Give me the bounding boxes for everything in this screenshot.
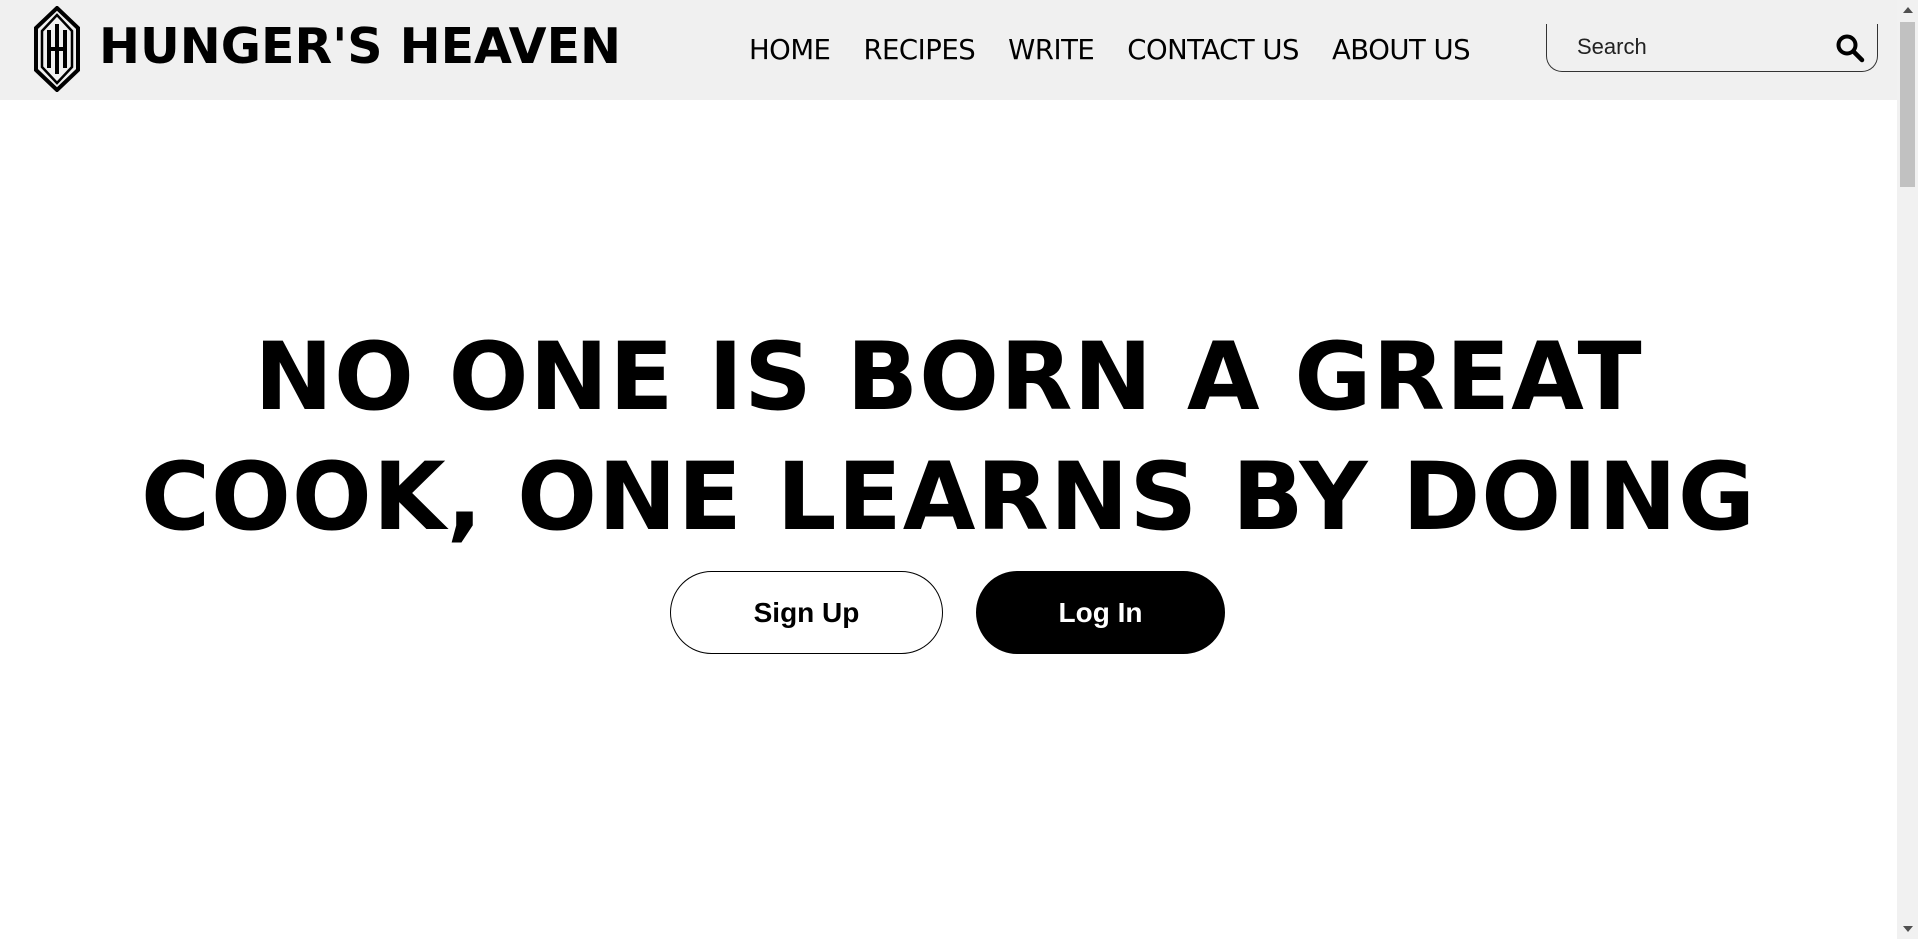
search-input[interactable] <box>1577 30 1827 64</box>
scrollbar-thumb[interactable] <box>1900 22 1915 187</box>
hero-heading-line-1: NO ONE IS BORN A GREAT <box>254 323 1643 432</box>
page: HUNGER'S HEAVEN HOME RECIPES WRITE CONTA… <box>0 0 1918 939</box>
nav-item-home[interactable]: HOME <box>749 30 831 70</box>
brand-logo-icon[interactable] <box>34 6 80 92</box>
nav-item-write[interactable]: WRITE <box>1008 30 1095 70</box>
scroll-down-arrow-icon[interactable] <box>1897 919 1918 939</box>
nav-item-about-us[interactable]: ABOUT US <box>1332 30 1471 70</box>
search-icon[interactable] <box>1835 33 1865 63</box>
vertical-scrollbar[interactable] <box>1897 0 1918 939</box>
hero-heading: NO ONE IS BORN A GREAT COOK, ONE LEARNS … <box>0 318 1897 558</box>
sign-up-button[interactable]: Sign Up <box>670 571 943 654</box>
log-in-button[interactable]: Log In <box>976 571 1225 654</box>
brand-name[interactable]: HUNGER'S HEAVEN <box>99 17 621 77</box>
main-nav: HOME RECIPES WRITE CONTACT US ABOUT US <box>749 30 1471 70</box>
search-box <box>1546 24 1878 72</box>
site-header: HUNGER'S HEAVEN HOME RECIPES WRITE CONTA… <box>0 0 1897 100</box>
nav-item-recipes[interactable]: RECIPES <box>863 30 975 70</box>
nav-item-contact-us[interactable]: CONTACT US <box>1127 30 1299 70</box>
scroll-up-arrow-icon[interactable] <box>1897 0 1918 20</box>
hero-heading-line-2: COOK, ONE LEARNS BY DOING <box>141 443 1756 552</box>
